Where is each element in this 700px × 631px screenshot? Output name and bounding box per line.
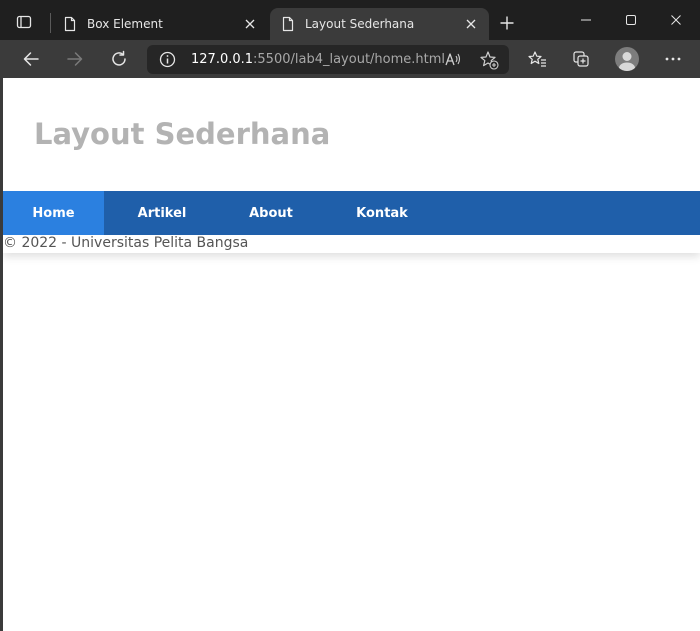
tab-close-button[interactable] bbox=[240, 14, 260, 34]
browser-window: Box Element Layout Sederhana 127.0.0.1:5… bbox=[0, 0, 700, 631]
tab-divider bbox=[50, 13, 51, 33]
tab-actions-button[interactable] bbox=[10, 8, 38, 36]
page-footer: © 2022 - Universitas Pelita Bangsa bbox=[3, 235, 249, 251]
collections-icon bbox=[573, 51, 589, 67]
address-bar[interactable]: 127.0.0.1:5500/lab4_layout/home.html bbox=[147, 45, 509, 74]
refresh-icon bbox=[112, 50, 126, 66]
profile-icon bbox=[619, 52, 635, 71]
favorites-button[interactable] bbox=[522, 44, 552, 74]
add-favorite-icon[interactable] bbox=[479, 50, 499, 70]
nav-item-artikel[interactable]: Artikel bbox=[104, 191, 220, 235]
url-host: 127.0.0.1 bbox=[191, 52, 254, 67]
page-title: Layout Sederhana bbox=[34, 117, 331, 151]
tab-close-button[interactable] bbox=[461, 14, 481, 34]
page-header: Layout Sederhana bbox=[3, 78, 700, 191]
back-arrow-icon bbox=[23, 52, 39, 66]
page-viewport: Layout Sederhana Home Artikel About Kont… bbox=[3, 78, 700, 631]
tab-box-element[interactable]: Box Element bbox=[52, 8, 268, 40]
minimize-button[interactable] bbox=[564, 6, 608, 34]
tab-layout-sederhana[interactable]: Layout Sederhana bbox=[270, 8, 489, 40]
tab-strip: Box Element Layout Sederhana bbox=[0, 0, 700, 40]
forward-button[interactable] bbox=[60, 44, 90, 74]
url-text[interactable]: 127.0.0.1:5500/lab4_layout/home.html bbox=[191, 52, 445, 68]
url-path: :5500/lab4_layout/home.html bbox=[253, 52, 446, 67]
refresh-button[interactable] bbox=[104, 44, 134, 74]
collections-button[interactable] bbox=[566, 44, 596, 74]
browser-toolbar: 127.0.0.1:5500/lab4_layout/home.html bbox=[0, 40, 700, 78]
forward-arrow-icon bbox=[67, 52, 83, 66]
close-window-button[interactable] bbox=[654, 6, 698, 34]
page-icon bbox=[282, 16, 294, 32]
info-icon[interactable] bbox=[159, 51, 176, 68]
close-icon bbox=[466, 19, 476, 29]
close-icon bbox=[671, 15, 681, 25]
maximize-button[interactable] bbox=[609, 6, 653, 34]
plus-icon bbox=[500, 16, 514, 30]
tab-title: Box Element bbox=[87, 17, 163, 31]
back-button[interactable] bbox=[16, 44, 46, 74]
new-tab-button[interactable] bbox=[494, 10, 520, 36]
tab-actions-icon bbox=[16, 15, 32, 29]
page-container: Layout Sederhana Home Artikel About Kont… bbox=[3, 78, 700, 253]
maximize-icon bbox=[626, 15, 636, 25]
read-aloud-icon[interactable] bbox=[443, 50, 463, 70]
more-button[interactable] bbox=[658, 44, 688, 74]
nav-item-home[interactable]: Home bbox=[3, 191, 104, 235]
page-icon bbox=[64, 16, 76, 32]
nav-item-kontak[interactable]: Kontak bbox=[326, 191, 438, 235]
profile-avatar[interactable] bbox=[615, 47, 639, 71]
tab-title: Layout Sederhana bbox=[305, 17, 415, 31]
favorites-icon bbox=[528, 51, 546, 67]
more-icon bbox=[665, 57, 681, 61]
close-icon bbox=[245, 19, 255, 29]
main-nav: Home Artikel About Kontak bbox=[3, 191, 700, 235]
minimize-icon bbox=[581, 19, 591, 21]
nav-item-about[interactable]: About bbox=[216, 191, 326, 235]
